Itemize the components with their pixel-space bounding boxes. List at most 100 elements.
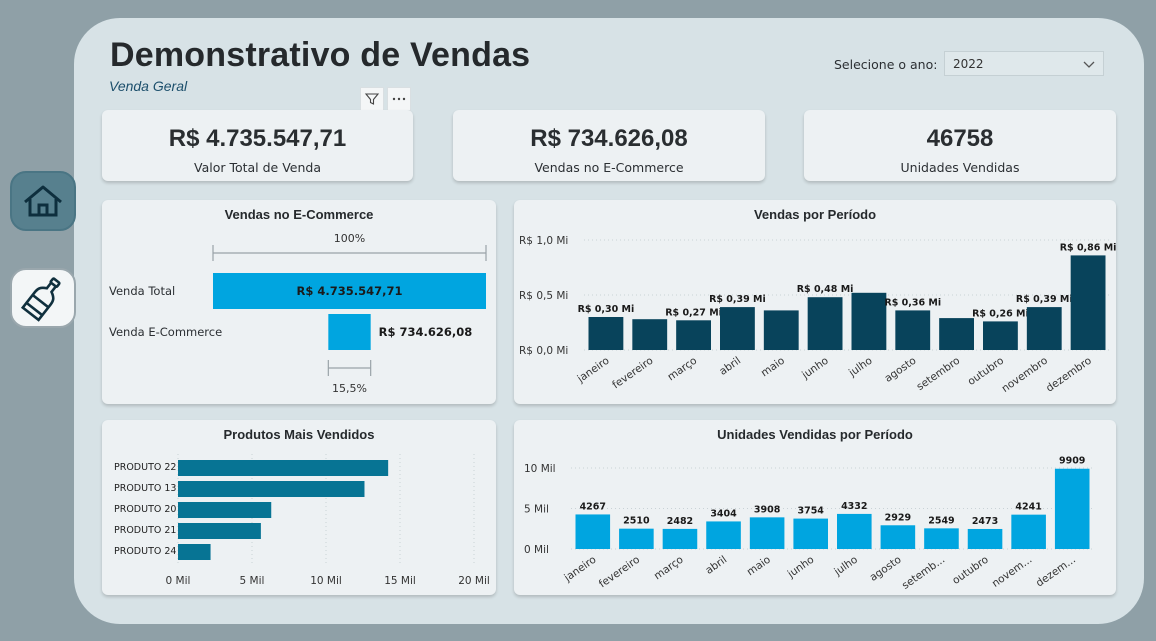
filter-icon[interactable] bbox=[360, 87, 384, 111]
data-label: 2510 bbox=[623, 516, 650, 527]
data-label: 2482 bbox=[667, 516, 693, 527]
sales-plot: R$ 0,0 Mi R$ 0,5 Mi R$ 1,0 Mi R$ 0,30 Mi jan… bbox=[519, 235, 1116, 395]
x-tick-label: maio bbox=[759, 355, 787, 380]
bar[interactable] bbox=[1054, 468, 1090, 549]
product-label: PRODUTO 22 bbox=[114, 462, 176, 473]
funnel-plot: 100% Venda Total R$ 4.735.547,71 Venda E-Co… bbox=[109, 232, 487, 395]
data-label: 4267 bbox=[580, 501, 606, 512]
bar[interactable] bbox=[983, 321, 1018, 350]
bar[interactable] bbox=[763, 310, 799, 350]
data-label: 4241 bbox=[1015, 502, 1041, 513]
bar[interactable] bbox=[676, 320, 711, 350]
bar[interactable] bbox=[793, 518, 828, 549]
bar[interactable] bbox=[939, 318, 974, 350]
bar[interactable] bbox=[575, 514, 611, 549]
percent-label: 100% bbox=[334, 232, 365, 245]
bar[interactable] bbox=[588, 317, 624, 350]
data-label: R$ 4.735.547,71 bbox=[297, 284, 403, 298]
bar[interactable] bbox=[178, 502, 272, 518]
x-tick-label: setembro bbox=[915, 355, 963, 393]
funnel-bar[interactable] bbox=[328, 314, 371, 350]
x-tick-label: 15 Mil bbox=[384, 575, 416, 587]
bar[interactable] bbox=[178, 460, 389, 476]
kpi-value: R$ 4.735.547,71 bbox=[168, 125, 347, 152]
bar[interactable] bbox=[967, 528, 1003, 549]
y-tick-label: 10 Mil bbox=[524, 463, 556, 475]
home-nav-button[interactable] bbox=[10, 171, 76, 231]
bar[interactable] bbox=[924, 528, 959, 549]
data-label: 2929 bbox=[885, 512, 911, 523]
kpi-card-units-sold: 46758 Unidades Vendidas bbox=[804, 110, 1116, 181]
x-tick-label: 0 Mil bbox=[166, 575, 191, 587]
y-tick-label: 5 Mil bbox=[524, 504, 549, 516]
x-tick-label: abril bbox=[717, 355, 743, 378]
kpi-card-total-sales: R$ 4.735.547,71 Valor Total de Venda bbox=[102, 110, 413, 181]
bar[interactable] bbox=[619, 528, 654, 549]
bar[interactable] bbox=[1011, 514, 1046, 549]
y-tick-label: R$ 1,0 Mi bbox=[519, 235, 568, 247]
x-tick-label: junho bbox=[785, 554, 817, 581]
data-label: R$ 0,27 Mi bbox=[665, 307, 722, 318]
page-title: Demonstrativo de Vendas bbox=[110, 36, 531, 74]
data-label: R$ 0,39 Mi bbox=[709, 294, 766, 305]
product-label: PRODUTO 21 bbox=[114, 525, 176, 536]
y-tick-label: R$ 0,5 Mi bbox=[519, 290, 568, 302]
kpi-label: Unidades Vendidas bbox=[900, 160, 1020, 175]
category-label: Venda Total bbox=[109, 284, 175, 298]
bar[interactable] bbox=[662, 528, 698, 549]
data-label: R$ 0,26 Mi bbox=[972, 308, 1029, 319]
data-label: R$ 0,36 Mi bbox=[884, 297, 941, 308]
data-label: R$ 734.626,08 bbox=[379, 325, 473, 339]
ecommerce-funnel-chart: Vendas no E-Commerce 100% Venda Total R$ 4… bbox=[102, 200, 496, 404]
x-tick-label: 5 Mil bbox=[240, 575, 265, 587]
chevron-down-icon bbox=[1083, 61, 1095, 68]
bar[interactable] bbox=[1070, 255, 1106, 350]
more-options-icon[interactable] bbox=[387, 87, 411, 111]
bar[interactable] bbox=[178, 544, 211, 560]
x-tick-label: 20 Mil bbox=[458, 575, 490, 587]
bar[interactable] bbox=[880, 525, 916, 549]
year-dropdown-value: 2022 bbox=[953, 56, 984, 71]
units-by-period-chart: Unidades Vendidas por Período 0 Mil 5 Mil… bbox=[514, 420, 1116, 595]
bar[interactable] bbox=[851, 292, 887, 350]
bottle-icon bbox=[21, 277, 61, 322]
bar[interactable] bbox=[178, 523, 261, 539]
visual-header-icons bbox=[360, 87, 411, 111]
x-tick-label: maio bbox=[745, 554, 773, 579]
data-label: 4332 bbox=[841, 501, 867, 512]
bar[interactable] bbox=[837, 513, 872, 549]
bar[interactable] bbox=[178, 481, 365, 497]
bar[interactable] bbox=[895, 310, 931, 350]
bar[interactable] bbox=[720, 307, 755, 350]
data-label: 3404 bbox=[710, 508, 737, 519]
x-tick-label: fevereiro bbox=[597, 554, 642, 591]
x-tick-label: outubro bbox=[966, 355, 1006, 388]
x-tick-label: julho bbox=[831, 554, 860, 579]
kpi-label: Vendas no E-Commerce bbox=[534, 160, 684, 175]
bar[interactable] bbox=[807, 297, 843, 350]
product-label: PRODUTO 20 bbox=[114, 504, 176, 515]
top-products-chart: Produtos Mais Vendidos 0 Mil 5 Mil 10 Mil 1… bbox=[102, 420, 496, 595]
data-label: 3754 bbox=[797, 506, 824, 517]
product-nav-button[interactable] bbox=[10, 268, 76, 328]
data-label: R$ 0,86 Mi bbox=[1060, 242, 1116, 253]
data-label: 3908 bbox=[754, 504, 781, 515]
y-tick-label: R$ 0,0 Mi bbox=[519, 345, 568, 357]
x-tick-label: março bbox=[652, 554, 686, 583]
data-label: 9909 bbox=[1059, 456, 1085, 467]
home-icon bbox=[24, 185, 62, 217]
x-tick-label: dezembro bbox=[1044, 355, 1094, 395]
product-label: PRODUTO 13 bbox=[114, 483, 176, 494]
year-dropdown[interactable]: 2022 bbox=[944, 51, 1104, 76]
y-tick-label: 0 Mil bbox=[524, 544, 549, 556]
bar[interactable] bbox=[706, 521, 741, 549]
bar[interactable] bbox=[749, 517, 785, 549]
units-plot: 0 Mil 5 Mil 10 Mil 4267 janeiro 2510 fevereiro… bbox=[524, 456, 1094, 592]
products-plot: 0 Mil 5 Mil 10 Mil 15 Mil 20 Mil PRODUTO 22 PR… bbox=[114, 454, 490, 587]
kpi-value: 46758 bbox=[926, 125, 994, 152]
percent-label: 15,5% bbox=[332, 382, 367, 395]
x-tick-label: agosto bbox=[868, 554, 904, 584]
bar[interactable] bbox=[1026, 307, 1062, 350]
bar[interactable] bbox=[632, 319, 668, 350]
sales-by-period-chart: Vendas por Período R$ 0,0 Mi R$ 0,5 Mi R$ … bbox=[514, 200, 1116, 404]
